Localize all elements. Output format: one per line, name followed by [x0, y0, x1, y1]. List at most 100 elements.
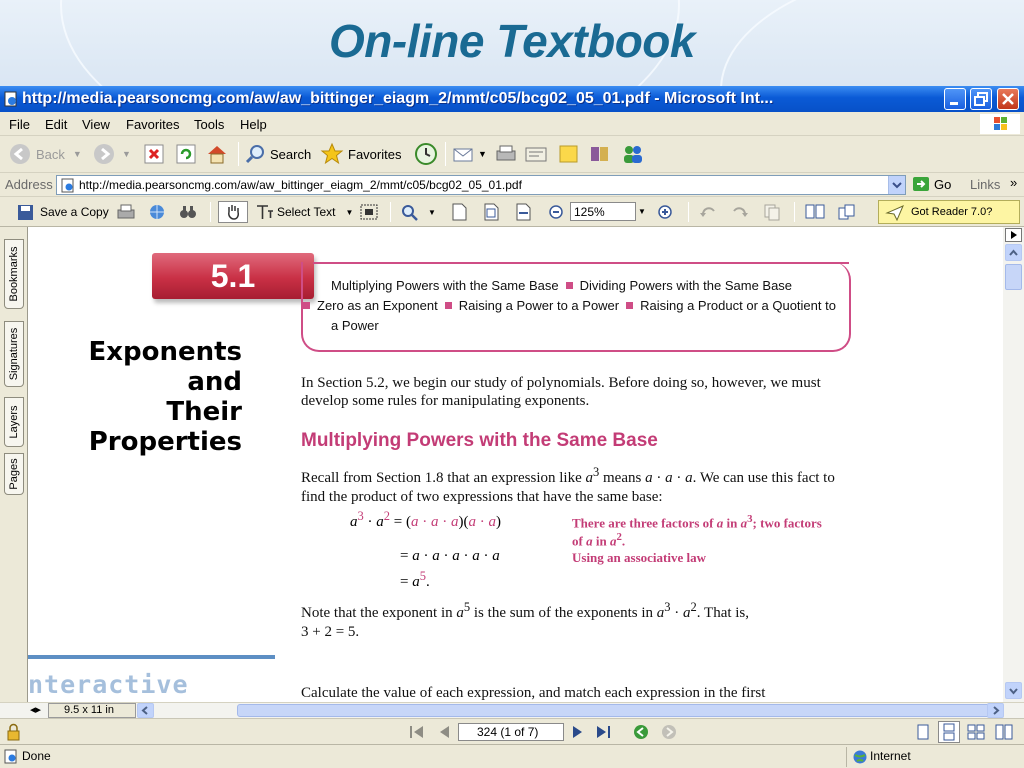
go-button[interactable]: Go [912, 176, 951, 192]
menu-view[interactable]: View [82, 117, 110, 132]
tab-pages[interactable]: Pages [4, 453, 24, 495]
zoom-dropdown-icon[interactable]: ▼ [638, 207, 646, 216]
previous-page-button[interactable] [436, 724, 452, 743]
section-number-badge: 5.1 [152, 253, 314, 299]
slide-header: On-line Textbook [0, 0, 1024, 86]
messenger-button[interactable] [620, 141, 646, 167]
tab-layers[interactable]: Layers [4, 397, 24, 447]
grid-pages-icon [995, 724, 1013, 740]
menu-file[interactable]: File [9, 117, 30, 132]
interactive-logo: nteractive [28, 670, 189, 699]
forward-button[interactable]: ▼ [92, 141, 131, 167]
go-previous-view-button[interactable] [632, 723, 650, 744]
minimize-icon [950, 102, 958, 105]
page-number-input[interactable]: 324 (1 of 7) [458, 723, 564, 741]
copy-button[interactable] [762, 201, 782, 223]
camera-icon [360, 204, 378, 220]
last-page-button[interactable] [594, 724, 612, 743]
continuous-facing-view-button[interactable] [994, 723, 1014, 744]
zoom-out-button[interactable] [547, 201, 565, 223]
discuss-button[interactable] [557, 141, 581, 167]
splitter-icon[interactable]: ◂▸ [30, 703, 41, 716]
find-button[interactable] [178, 201, 198, 223]
fit-width-button[interactable] [514, 201, 532, 223]
refresh-icon [176, 144, 196, 164]
chevron-up-icon [1009, 249, 1018, 256]
forward-dropdown-icon: ▼ [122, 149, 131, 159]
menu-favorites[interactable]: Favorites [126, 117, 179, 132]
first-page-button[interactable] [408, 724, 426, 743]
go-next-view-button[interactable] [660, 723, 678, 744]
history-button[interactable] [414, 141, 438, 167]
got-reader-button[interactable]: Got Reader 7.0? [878, 200, 1020, 224]
print-button[interactable] [494, 141, 518, 167]
window-titlebar[interactable]: http://media.pearsoncmg.com/aw/aw_bittin… [0, 86, 1024, 112]
select-text-button[interactable]: Select Text ▼ [254, 201, 353, 223]
snapshot-button[interactable] [359, 201, 379, 223]
rotate-cw-button[interactable] [730, 201, 750, 223]
zoom-in-button[interactable] [656, 201, 674, 223]
back-circle-icon [634, 725, 648, 739]
restore-icon [974, 92, 988, 106]
scroll-up-button[interactable] [1005, 244, 1022, 261]
vertical-scrollbar[interactable] [1003, 227, 1024, 702]
links-button[interactable]: Links [970, 177, 1000, 192]
windows-logo [980, 114, 1020, 134]
save-copy-button[interactable]: Save a Copy [16, 201, 109, 223]
horizontal-scroll-thumb[interactable] [237, 704, 992, 717]
stop-icon [144, 144, 164, 164]
reader-toolbar: Save a Copy Select Text ▼ ▼ 125% ▼ Got R… [0, 197, 1024, 227]
pdf-document-view[interactable]: 5.1 Exponents and Their Properties Multi… [28, 227, 1003, 702]
tab-signatures[interactable]: Signatures [4, 321, 24, 387]
hand-tool-button[interactable] [218, 201, 248, 223]
fit-page-button[interactable] [482, 201, 500, 223]
back-button[interactable]: Back ▼ [8, 141, 82, 167]
refresh-button[interactable] [175, 141, 197, 167]
horizontal-scrollbar[interactable]: ◂▸ 9.5 x 11 in [0, 702, 1024, 718]
scroll-left-button[interactable] [137, 703, 154, 718]
tab-bookmarks[interactable]: Bookmarks [4, 239, 24, 309]
actual-size-button[interactable] [450, 201, 468, 223]
history-icon [415, 143, 437, 165]
address-dropdown[interactable] [888, 176, 905, 194]
scroll-down-button[interactable] [1005, 682, 1022, 699]
bullet-square-icon [626, 302, 634, 309]
address-input[interactable]: http://media.pearsoncmg.com/aw/aw_bittin… [56, 175, 906, 195]
triangle-right-icon [573, 726, 582, 738]
print-pdf-button[interactable] [116, 201, 136, 223]
zoom-level-input[interactable]: 125% [570, 202, 636, 221]
home-button[interactable] [205, 141, 229, 167]
mail-button[interactable]: ▼ [452, 141, 487, 167]
close-button[interactable] [997, 88, 1019, 110]
plus-circle-icon [658, 205, 672, 219]
next-page-button[interactable] [570, 724, 586, 743]
scroll-right-page-button[interactable] [1005, 228, 1022, 242]
email-pdf-button[interactable] [147, 201, 167, 223]
continuous-button[interactable] [836, 201, 858, 223]
minus-circle-icon [549, 205, 563, 219]
menu-tools[interactable]: Tools [194, 117, 224, 132]
zoom-in-tool-button[interactable]: ▼ [400, 201, 436, 223]
messenger-icon [624, 146, 642, 163]
rotate-ccw-button[interactable] [698, 201, 718, 223]
globe-mail-icon [150, 205, 164, 219]
menu-help[interactable]: Help [240, 117, 267, 132]
menu-edit[interactable]: Edit [45, 117, 67, 132]
page-size-indicator: 9.5 x 11 in [48, 703, 136, 718]
stop-button[interactable] [143, 141, 165, 167]
scroll-thumb[interactable] [1005, 264, 1022, 290]
rotate-left-icon [700, 207, 715, 217]
maximize-button[interactable] [970, 88, 992, 110]
printer-icon [496, 145, 516, 161]
edit-button[interactable] [524, 141, 548, 167]
continuous-view-button[interactable] [938, 721, 960, 743]
search-button[interactable]: Search [244, 141, 311, 167]
single-page-button[interactable] [804, 201, 826, 223]
research-button[interactable] [588, 141, 612, 167]
facing-view-button[interactable] [966, 723, 986, 744]
scroll-right-button[interactable] [987, 703, 1004, 718]
minimize-button[interactable] [944, 88, 966, 110]
favorites-button[interactable]: Favorites [320, 141, 401, 167]
chevron-right-icon[interactable]: » [1010, 175, 1017, 190]
single-page-view-button[interactable] [914, 723, 932, 744]
